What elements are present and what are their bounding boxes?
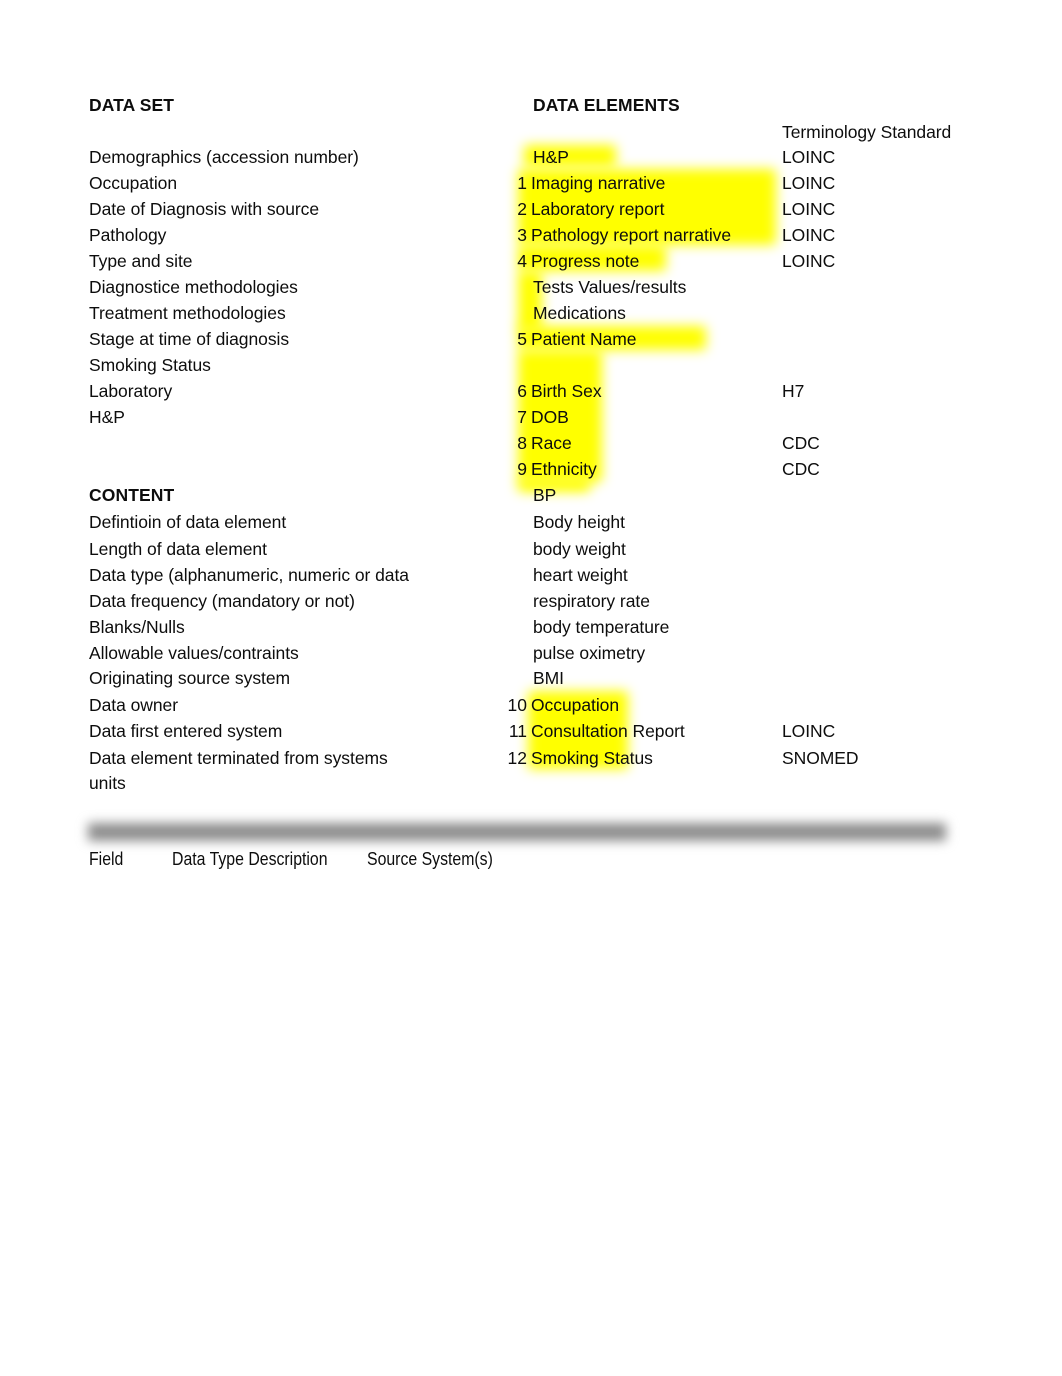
- content-item: Originating source system: [89, 668, 291, 688]
- terminology-standard-value: LOINC: [782, 147, 836, 167]
- data-element-number: 10: [507, 695, 527, 715]
- data-set-item: Occupation: [89, 173, 178, 193]
- data-set-item: Treatment methodologies: [89, 303, 286, 323]
- content-item: Data first entered system: [89, 721, 283, 741]
- data-element-label: H&P: [533, 147, 569, 167]
- data-element-label: Body height: [533, 512, 625, 532]
- data-element-number: 11: [508, 721, 527, 741]
- data-element-number: 2: [517, 199, 527, 219]
- terminology-standard-value: CDC: [782, 459, 820, 479]
- text-layer: DATA SET DATA ELEMENTS Terminology Stand…: [0, 0, 1062, 1376]
- content-item: Defintioin of data element: [89, 512, 287, 532]
- header-data-elements: DATA ELEMENTS: [533, 95, 680, 115]
- terminology-standard-value: LOINC: [782, 199, 836, 219]
- data-element-label: DOB: [531, 407, 569, 427]
- header-content: CONTENT: [89, 485, 175, 505]
- data-element-label: heart weight: [533, 565, 628, 585]
- terminology-standard-value: LOINC: [782, 225, 836, 245]
- terminology-standard-value: LOINC: [782, 721, 836, 741]
- terminology-standard-value: H7: [782, 381, 805, 401]
- content-item: Data owner: [89, 695, 178, 715]
- data-element-label: Progress note: [531, 251, 640, 271]
- data-element-label: BMI: [533, 668, 564, 688]
- data-element-number: 3: [517, 225, 527, 245]
- data-element-label: Ethnicity: [531, 459, 597, 479]
- content-item: Blanks/Nulls: [89, 617, 185, 637]
- bottom-header-field: Field: [89, 849, 124, 869]
- data-set-item: Type and site: [89, 251, 193, 271]
- data-element-label: Race: [531, 433, 572, 453]
- data-set-item: Pathology: [89, 225, 167, 245]
- data-set-item: Laboratory: [89, 381, 173, 401]
- data-element-number: 5: [517, 329, 527, 349]
- data-set-item: Diagnostice methodologies: [89, 277, 298, 297]
- data-element-label: Tests Values/results: [533, 277, 687, 297]
- data-set-item: Demographics (accession number): [89, 147, 359, 167]
- header-terminology: Terminology Standard: [782, 122, 952, 142]
- data-element-number: 7: [517, 407, 527, 427]
- data-element-label: pulse oximetry: [533, 643, 646, 663]
- data-element-label: Pathology report narrative: [531, 225, 732, 245]
- header-data-set: DATA SET: [89, 95, 175, 115]
- data-element-label: Medications: [533, 303, 626, 323]
- terminology-standard-value: LOINC: [782, 173, 836, 193]
- data-element-label: Patient Name: [531, 329, 637, 349]
- bottom-header-data-type: Data Type Description: [172, 849, 328, 869]
- content-item: Data type (alphanumeric, numeric or data: [89, 565, 409, 585]
- data-set-item: H&P: [89, 407, 125, 427]
- data-element-number: 4: [517, 251, 527, 271]
- data-element-label: body weight: [533, 539, 626, 559]
- content-item: Data element terminated from systems: [89, 748, 388, 768]
- data-set-item: Stage at time of diagnosis: [89, 329, 290, 349]
- data-element-label: Birth Sex: [531, 381, 602, 401]
- terminology-standard-value: CDC: [782, 433, 820, 453]
- data-element-label: BP: [533, 485, 557, 505]
- data-element-number: 12: [507, 748, 527, 768]
- data-element-label: Consultation Report: [531, 721, 685, 741]
- data-element-label: Laboratory report: [531, 199, 665, 219]
- data-set-item: Date of Diagnosis with source: [89, 199, 320, 219]
- data-element-label: Smoking Status: [531, 748, 653, 768]
- document-page: DATA SET DATA ELEMENTS Terminology Stand…: [0, 0, 1062, 1376]
- bottom-header-source-system: Source System(s): [367, 849, 493, 869]
- data-element-label: Occupation: [531, 695, 620, 715]
- data-element-number: 8: [517, 433, 527, 453]
- content-item: Data frequency (mandatory or not): [89, 591, 355, 611]
- terminology-standard-value: LOINC: [782, 251, 836, 271]
- content-item: Length of data element: [89, 539, 267, 559]
- content-item: Allowable values/contraints: [89, 643, 299, 663]
- data-element-label: body temperature: [533, 617, 670, 637]
- data-element-number: 1: [517, 173, 527, 193]
- data-set-item: Smoking Status: [89, 355, 211, 375]
- data-element-label: Imaging narrative: [531, 173, 666, 193]
- data-element-number: 6: [517, 381, 527, 401]
- content-item: units: [89, 773, 126, 793]
- data-element-number: 9: [517, 459, 527, 479]
- data-element-label: respiratory rate: [533, 591, 650, 611]
- terminology-standard-value: SNOMED: [782, 748, 859, 768]
